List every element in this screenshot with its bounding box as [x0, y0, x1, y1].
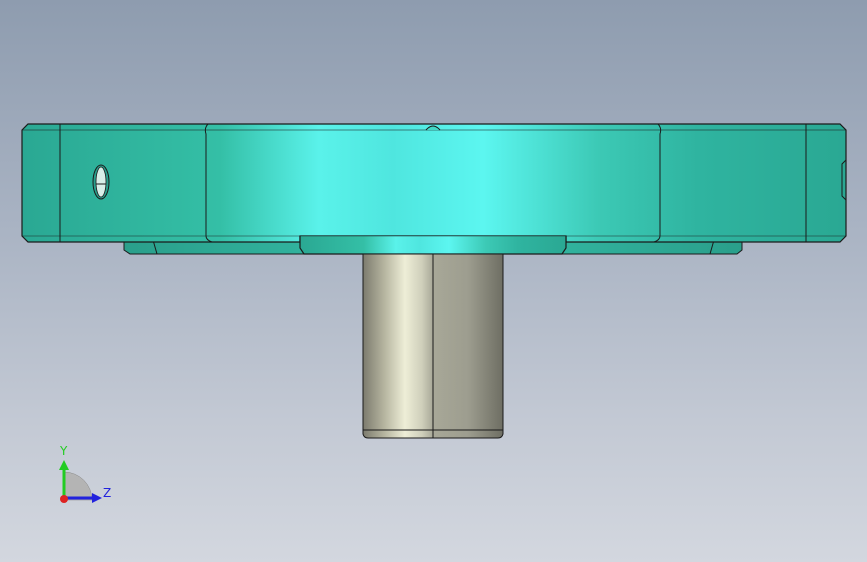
xy-plane-indicator	[63, 471, 93, 501]
z-axis-arrow-icon	[92, 493, 102, 503]
y-axis-label: Y	[59, 444, 68, 458]
z-axis-label: Z	[103, 486, 111, 500]
graphics-viewport[interactable]: Y Z	[0, 0, 867, 562]
shaft	[362, 253, 504, 439]
side-hole	[92, 164, 110, 200]
flange-body	[21, 123, 847, 255]
model-view[interactable]	[0, 0, 867, 562]
y-axis-arrow-icon	[59, 460, 69, 470]
x-axis-origin-icon	[60, 495, 68, 503]
view-orientation-triad[interactable]: Y Z	[40, 438, 130, 518]
